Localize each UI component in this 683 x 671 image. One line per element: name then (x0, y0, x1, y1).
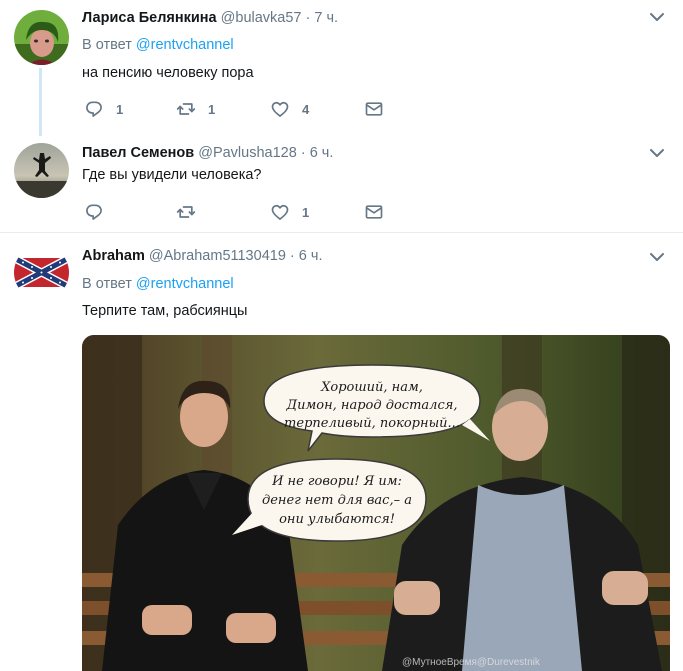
tweet-text: Терпите там, рабсиянцы (82, 303, 248, 319)
tweet-text: Где вы увидели человека? (82, 167, 262, 183)
retweet-icon (176, 206, 196, 218)
avatar-pavel-image (14, 143, 69, 198)
retweet-button[interactable] (176, 201, 208, 223)
bubble-bottom-line-2: денег нет для вас,– а (262, 493, 412, 508)
dm-button[interactable] (364, 98, 384, 120)
reply-to-link[interactable]: @rentvchannel (136, 276, 234, 292)
envelope-icon (365, 102, 383, 116)
dm-button[interactable] (364, 201, 384, 223)
retweet-count: 1 (208, 101, 216, 117)
author-name[interactable]: Abraham (82, 248, 145, 264)
chevron-down-icon[interactable] (649, 145, 665, 161)
timestamp[interactable]: 6 ч. (310, 145, 334, 161)
tweet-header: Лариса Белянкина @bulavka57 · 7 ч. (82, 9, 338, 27)
avatar-pavel[interactable] (14, 143, 69, 198)
author-name[interactable]: Лариса Белянкина (82, 10, 217, 26)
author-handle[interactable]: @Pavlusha128 (198, 145, 297, 161)
chevron-down-icon[interactable] (649, 9, 665, 25)
reply-context: В ответ @rentvchannel (82, 275, 234, 293)
tweet-text: на пенсию человеку пора (82, 65, 254, 81)
heart-icon (271, 101, 289, 117)
reply-count: 1 (116, 101, 124, 117)
author-handle[interactable]: @bulavka57 (221, 10, 302, 26)
author-name[interactable]: Павел Семенов (82, 145, 194, 161)
thread-connector (39, 68, 42, 136)
author-handle[interactable]: @Abraham51130419 (149, 248, 286, 264)
bubble-bottom-line-1: И не говори! Я им: (271, 474, 402, 489)
image-watermark: @МутноеВремя@Durevestnik (402, 657, 541, 668)
bubble-top-line-3: терпеливый, покорный... (284, 416, 460, 431)
like-button[interactable]: 4 (270, 98, 309, 120)
timestamp[interactable]: 6 ч. (299, 248, 323, 264)
confederate-flag-avatar (14, 245, 69, 300)
meme-illustration: Хороший, нам, Димон, народ достался, тер… (82, 335, 670, 671)
avatar-larisa-image (14, 10, 69, 65)
bubble-bottom-line-3: они улыбаются! (279, 512, 395, 527)
tweet-1[interactable]: Лариса Белянкина @bulavka57 · 7 ч. В отв… (0, 0, 683, 128)
separator-dot: · (289, 248, 295, 264)
avatar-abraham[interactable] (14, 245, 69, 300)
separator-dot: · (300, 145, 306, 161)
tweet-actions: 1 (82, 201, 402, 223)
envelope-icon (365, 205, 383, 219)
reply-button[interactable] (84, 201, 116, 223)
tweet-header: Павел Семенов @Pavlusha128 · 6 ч. (82, 144, 333, 162)
bubble-top-line-1: Хороший, нам, (320, 380, 423, 395)
timestamp[interactable]: 7 ч. (314, 10, 338, 26)
bubble-top-line-2: Димон, народ достался, (286, 398, 458, 413)
reply-button[interactable]: 1 (84, 98, 123, 120)
retweet-button[interactable]: 1 (176, 98, 215, 120)
like-count: 1 (302, 204, 310, 220)
avatar-larisa[interactable] (14, 10, 69, 65)
reply-prefix: В ответ (82, 37, 132, 53)
heart-icon (271, 204, 289, 220)
reply-icon (86, 101, 102, 117)
retweet-icon (176, 103, 196, 115)
tweet-header: Abraham @Abraham51130419 · 6 ч. (82, 247, 322, 265)
tweet-actions: 1 1 4 (82, 98, 402, 120)
like-count: 4 (302, 101, 310, 117)
separator-dot: · (305, 10, 311, 26)
reply-context: В ответ @rentvchannel (82, 36, 234, 54)
reply-prefix: В ответ (82, 276, 132, 292)
tweet-2[interactable]: Павел Семенов @Pavlusha128 · 6 ч. Где вы… (0, 137, 683, 232)
tweet-image[interactable]: Хороший, нам, Димон, народ достался, тер… (82, 335, 670, 671)
reply-icon (86, 204, 102, 220)
like-button[interactable]: 1 (270, 201, 309, 223)
chevron-down-icon[interactable] (649, 249, 665, 265)
reply-to-link[interactable]: @rentvchannel (136, 37, 234, 53)
